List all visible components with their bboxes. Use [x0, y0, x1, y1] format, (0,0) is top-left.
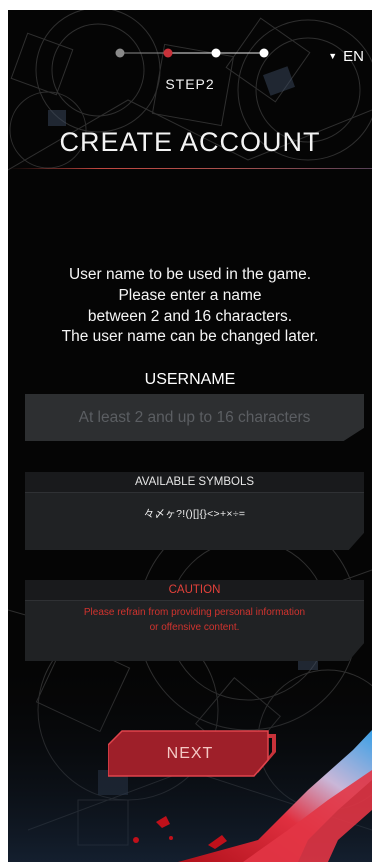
available-symbols-panel: AVAILABLE SYMBOLS 々〆ヶ?!()[]{}<>+×÷= [25, 472, 364, 550]
create-account-screen: STEP2 ▼ EN CREATE ACCOUNT User name to be… [8, 10, 372, 862]
next-button-label: NEXT [166, 745, 214, 762]
caret-down-icon: ▼ [328, 51, 338, 61]
caution-panel: CAUTION Please refrain from providing pe… [25, 580, 364, 661]
username-label: USERNAME [144, 371, 236, 388]
username-input[interactable] [25, 394, 364, 441]
next-button[interactable]: NEXT [108, 730, 280, 777]
caution-header: CAUTION [25, 580, 364, 601]
step-dot-1 [115, 48, 125, 58]
caution-line: Please refrain from providing personal i… [83, 607, 306, 618]
title-divider [8, 168, 372, 169]
caution-line: or offensive content. [149, 621, 240, 633]
description-line: The user name can be changed later. [61, 328, 319, 346]
step-label: STEP2 [165, 76, 215, 92]
available-symbols-header: AVAILABLE SYMBOLS [25, 472, 364, 493]
step-dot-2-current [163, 48, 173, 58]
description-line: between 2 and 16 characters. [87, 307, 293, 325]
step-indicator [115, 48, 269, 58]
language-label: EN [343, 48, 364, 65]
description-line: Please enter a name [118, 286, 262, 304]
page-title: CREATE ACCOUNT [59, 127, 321, 157]
step-dot-4 [259, 48, 269, 58]
available-symbols-list: 々〆ヶ?!()[]{}<>+×÷= [143, 508, 246, 520]
description: User name to be used in the game. Please… [20, 265, 360, 348]
description-line: User name to be used in the game. [68, 266, 312, 283]
caution-message: Please refrain from providing personal i… [25, 601, 364, 635]
step-dot-3 [211, 48, 221, 58]
language-selector[interactable]: ▼ EN [328, 48, 364, 65]
